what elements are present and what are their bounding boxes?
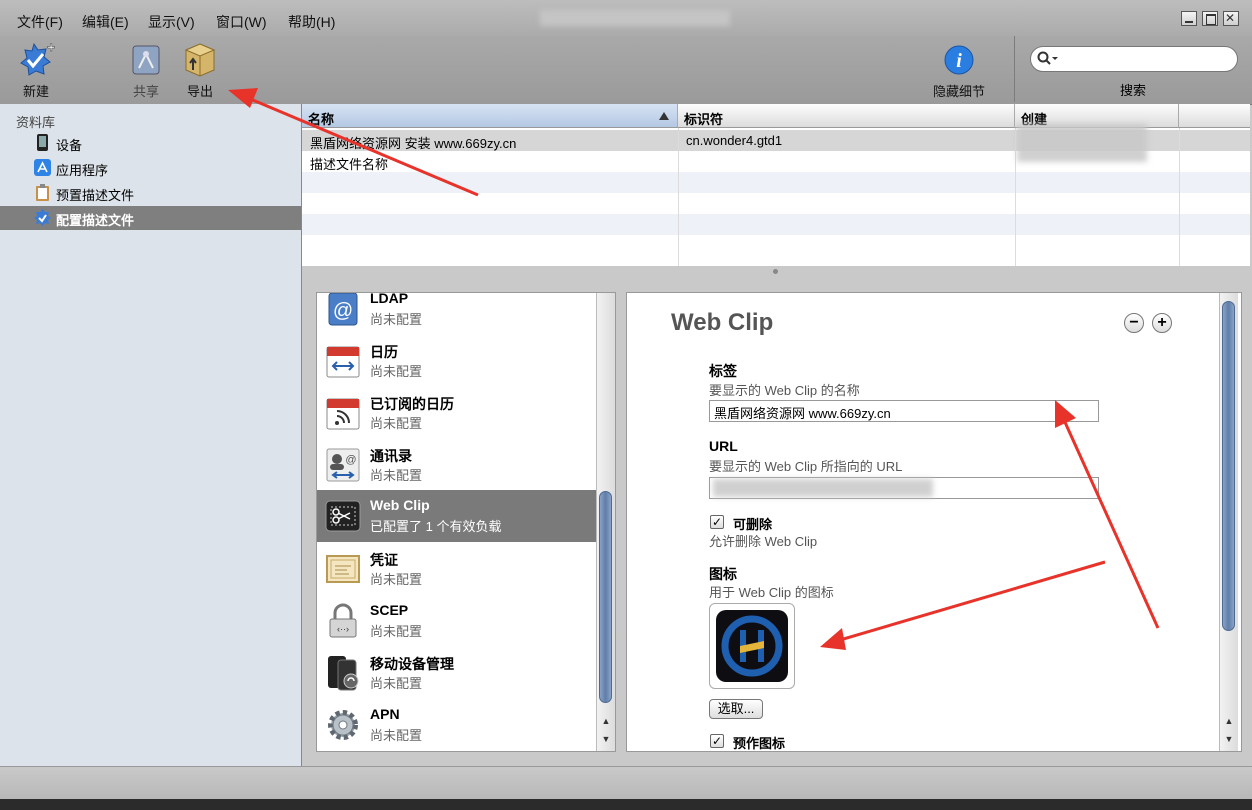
annotation-arrowhead [228, 88, 258, 108]
annotation-arrow-export [247, 96, 479, 197]
annotation-arrowhead [820, 628, 846, 650]
annotation-arrow-label [1062, 419, 1160, 629]
annotation-overlay [228, 88, 1160, 650]
annotation-arrow-icon [839, 560, 1106, 642]
